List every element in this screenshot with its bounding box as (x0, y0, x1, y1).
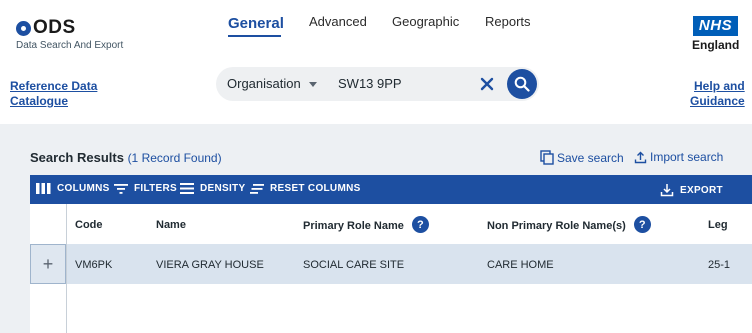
columns-label: COLUMNS (57, 183, 110, 194)
download-icon (660, 184, 674, 197)
results-section: Search Results (1 Record Found) Save sea… (0, 124, 752, 333)
nhs-logo: NHS (693, 16, 738, 36)
copy-icon (540, 150, 554, 165)
search-button[interactable] (507, 69, 537, 99)
reference-link-line2: Catalogue (10, 94, 69, 108)
column-header-code[interactable]: Code (75, 219, 103, 231)
search-type-select[interactable]: Organisation (227, 76, 301, 91)
nhs-england-label: England (692, 38, 740, 52)
tab-geographic[interactable]: Geographic (392, 14, 459, 29)
active-tab-indicator (228, 35, 281, 37)
table-row[interactable]: + VM6PK VIERA GRAY HOUSE SOCIAL CARE SIT… (30, 244, 752, 284)
columns-button[interactable]: COLUMNS (36, 183, 110, 194)
cell-name: VIERA GRAY HOUSE (156, 259, 264, 271)
export-button[interactable]: EXPORT (660, 183, 723, 197)
logo-subtitle: Data Search And Export (16, 40, 124, 51)
cell-legal: 25-1 (708, 259, 731, 271)
column-header-non-primary-role-label: Non Primary Role Name(s) (487, 220, 626, 232)
help-link-line2: Guidance (690, 94, 745, 108)
ods-logo[interactable]: ODS (16, 17, 76, 39)
help-icon[interactable]: ? (411, 216, 429, 233)
export-label: EXPORT (680, 184, 723, 196)
caret-down-icon[interactable] (309, 82, 317, 87)
column-header-code-label: Code (75, 219, 103, 231)
cell-primary-role: SOCIAL CARE SITE (303, 259, 405, 271)
ods-logo-icon (16, 20, 31, 36)
filter-icon (114, 183, 128, 194)
search-icon (514, 76, 530, 92)
tab-reports[interactable]: Reports (485, 14, 531, 29)
import-search-label: Import search (650, 150, 724, 164)
column-header-primary-role-label: Primary Role Name (303, 220, 404, 232)
search-bar: Organisation (216, 67, 539, 101)
cell-code: VM6PK (75, 259, 113, 271)
results-title: Search Results (30, 150, 124, 165)
grid-divider (66, 204, 67, 333)
results-grid: COLUMNS FILTERS DENSITY RESET COLUMNS EX… (30, 175, 752, 333)
filters-button[interactable]: FILTERS (114, 183, 177, 194)
upload-icon (634, 151, 647, 163)
density-label: DENSITY (200, 183, 246, 194)
logo-title: ODS (33, 17, 76, 38)
column-header-name[interactable]: Name (156, 219, 186, 231)
results-count: (1 Record Found) (127, 151, 222, 165)
column-header-legal-label: Leg (708, 219, 728, 231)
results-heading: Search Results (1 Record Found) (30, 150, 222, 165)
grid-toolbar: COLUMNS FILTERS DENSITY RESET COLUMNS EX… (30, 175, 752, 204)
cell-non-primary-role: CARE HOME (487, 259, 554, 271)
reset-columns-button[interactable]: RESET COLUMNS (250, 183, 361, 194)
import-search-button[interactable]: Import search (634, 150, 723, 164)
expand-row-button[interactable]: + (30, 244, 66, 284)
clear-icon[interactable] (478, 75, 496, 93)
column-header-primary-role[interactable]: Primary Role Name ? (303, 216, 429, 233)
reset-icon (250, 183, 264, 194)
help-link-line1: Help and (694, 79, 745, 93)
column-header-legal[interactable]: Leg (708, 219, 728, 231)
tab-general[interactable]: General (228, 15, 284, 32)
column-header-name-label: Name (156, 219, 186, 231)
tab-advanced[interactable]: Advanced (309, 14, 367, 29)
help-icon[interactable]: ? (633, 216, 651, 233)
header: ODS Data Search And Export General Advan… (0, 0, 752, 124)
filters-label: FILTERS (134, 183, 178, 194)
reference-link-line1: Reference Data (10, 79, 98, 93)
density-icon (180, 183, 194, 194)
search-input[interactable] (338, 76, 478, 91)
save-search-button[interactable]: Save search (540, 150, 624, 165)
reference-data-catalogue-link[interactable]: Reference Data Catalogue (10, 79, 97, 109)
columns-icon (36, 183, 51, 194)
density-button[interactable]: DENSITY (180, 183, 245, 194)
save-search-label: Save search (557, 150, 624, 165)
reset-columns-label: RESET COLUMNS (270, 183, 361, 194)
column-header-non-primary-role[interactable]: Non Primary Role Name(s) ? (487, 216, 651, 233)
table-header-row: Code Name Primary Role Name ? Non Primar… (30, 204, 752, 244)
help-and-guidance-link[interactable]: Help and Guidance (690, 79, 745, 109)
